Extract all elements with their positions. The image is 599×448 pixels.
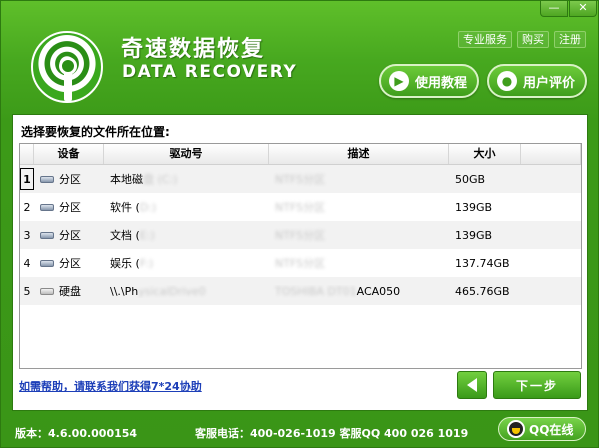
- desc-blurred: NTFS分区: [275, 173, 326, 186]
- back-button[interactable]: [457, 371, 487, 399]
- drive-name: 文档 (: [110, 229, 140, 242]
- play-icon: ▶: [389, 71, 409, 91]
- col-size[interactable]: 大小: [449, 144, 521, 164]
- partition-icon: [40, 175, 54, 183]
- logo-dot-icon: [59, 57, 77, 75]
- col-drive[interactable]: 驱动号: [104, 144, 269, 164]
- size: 139GB: [455, 228, 493, 242]
- table-header: 设备 驱动号 描述 大小: [20, 144, 581, 165]
- drive-name: 软件 (: [110, 201, 140, 214]
- contact-text: 客服电话：400-026-1019 客服QQ 400 026 1019: [195, 427, 469, 440]
- harddisk-icon: [40, 287, 54, 295]
- row-index: 4: [23, 256, 31, 270]
- qq-penguin-icon: [507, 420, 525, 438]
- col-desc[interactable]: 描述: [269, 144, 449, 164]
- desc-blurred: NTFS分区: [275, 201, 326, 214]
- qq-label: QQ在线: [529, 422, 574, 437]
- tutorial-button[interactable]: ▶ 使用教程: [379, 64, 479, 98]
- drive-name: 娱乐 (: [110, 257, 140, 270]
- drive-name-blurred: ysicalDrive0: [138, 284, 206, 298]
- col-device[interactable]: 设备: [34, 144, 104, 164]
- qq-online-button[interactable]: QQ在线: [498, 417, 586, 441]
- col-spacer: [521, 144, 581, 164]
- drive-table[interactable]: 设备 驱动号 描述 大小 1 分区 本地磁盘 (C:) NTFS分区 50GB …: [19, 143, 582, 369]
- drive-name-blurred: E:): [139, 229, 155, 242]
- partition-icon: [40, 231, 54, 239]
- tutorial-label: 使用教程: [415, 75, 468, 91]
- desc-blurred: NTFS分区: [275, 257, 326, 270]
- app-window: — ✕ 奇速数据恢复 DATA RECOVERY 专业服务 购买 注册 ▶ 使用…: [0, 0, 599, 448]
- drive-name: 本地磁: [110, 173, 143, 186]
- drive-name-blurred: F:): [139, 257, 154, 270]
- desc-blurred: NTFS分区: [275, 229, 326, 242]
- partition-icon: [40, 203, 54, 211]
- partition-icon: [40, 259, 54, 267]
- user-icon: ●: [497, 71, 517, 91]
- table-row[interactable]: 2 分区 软件 (D:) NTFS分区 139GB: [20, 193, 581, 221]
- next-step-button[interactable]: 下一步: [493, 371, 581, 399]
- device-type: 分区: [59, 229, 81, 242]
- table-row[interactable]: 5 硬盘 \\.\PhysicalDrive0 TOSHIBA DT01ACA0…: [20, 277, 581, 305]
- top-links: 专业服务 购买 注册: [458, 31, 586, 48]
- size: 139GB: [455, 200, 493, 214]
- table-row[interactable]: 4 分区 娱乐 (F:) NTFS分区 137.74GB: [20, 249, 581, 277]
- close-button[interactable]: ✕: [569, 1, 597, 17]
- row-index: 5: [23, 284, 31, 298]
- device-type: 分区: [59, 201, 81, 214]
- device-type: 硬盘: [59, 285, 81, 298]
- app-title-en: DATA RECOVERY: [122, 62, 298, 82]
- size: 137.74GB: [455, 256, 510, 270]
- buy-link[interactable]: 购买: [517, 31, 549, 48]
- help-link[interactable]: 如需帮助，请联系我们获得7*24协助: [19, 378, 202, 394]
- drive-name: \\.\Ph: [110, 284, 139, 298]
- size: 465.76GB: [455, 284, 510, 298]
- row-index: 3: [23, 228, 31, 242]
- drive-name-blurred: D:): [139, 201, 157, 214]
- panel-title: 选择要恢复的文件所在位置:: [21, 125, 170, 139]
- device-type: 分区: [59, 257, 81, 270]
- user-review-button[interactable]: ● 用户评价: [487, 64, 587, 98]
- device-type: 分区: [59, 173, 81, 186]
- drive-name-blurred: 盘 (C:): [143, 173, 178, 186]
- size: 50GB: [455, 172, 486, 186]
- table-row[interactable]: 3 分区 文档 (E:) NTFS分区 139GB: [20, 221, 581, 249]
- minimize-button[interactable]: —: [540, 1, 568, 17]
- review-label: 用户评价: [523, 75, 576, 91]
- pro-service-link[interactable]: 专业服务: [458, 31, 512, 48]
- location-panel: 选择要恢复的文件所在位置: 设备 驱动号 描述 大小 1 分区 本地磁盘 (C:…: [12, 114, 588, 411]
- row-index: 1: [20, 168, 34, 190]
- app-title-cn: 奇速数据恢复: [121, 37, 266, 62]
- row-index: 2: [23, 200, 31, 214]
- register-link[interactable]: 注册: [554, 31, 586, 48]
- arrow-left-icon: [467, 378, 477, 392]
- desc: ACA050: [356, 284, 401, 298]
- table-row[interactable]: 1 分区 本地磁盘 (C:) NTFS分区 50GB: [20, 165, 581, 193]
- col-index: [20, 144, 34, 164]
- version-text: 版本：4.6.00.000154: [15, 427, 138, 440]
- desc-blurred: TOSHIBA DT01: [275, 284, 357, 298]
